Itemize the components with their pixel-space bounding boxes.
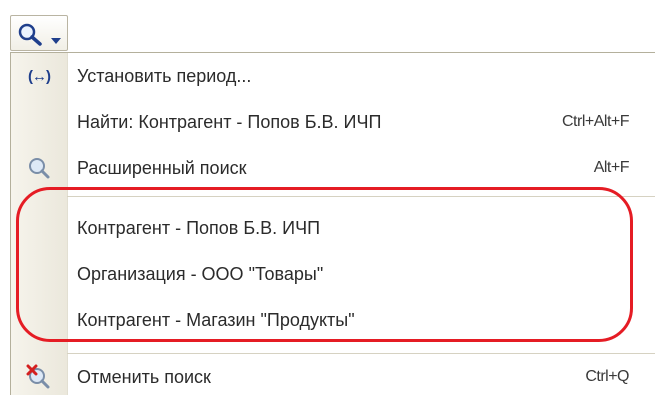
menu-item-find-current[interactable]: Найти: Контрагент - Попов Б.В. ИЧП Ctrl+… (11, 99, 655, 145)
menu-item-advanced-search[interactable]: Расширенный поиск Alt+F (11, 145, 655, 191)
menu-separator (67, 196, 655, 197)
menu-item-set-period[interactable]: (↔) Установить период... (11, 53, 655, 99)
menu-item-shortcut: Alt+F (593, 159, 630, 176)
menu-item-label: Найти: Контрагент - Попов Б.В. ИЧП (77, 112, 382, 132)
period-arrows-icon: (↔) (28, 67, 51, 85)
menu-item-label: Установить период... (77, 66, 252, 86)
magnifier-icon (17, 22, 43, 51)
magnifier-icon (11, 145, 67, 191)
menu-item-shortcut: Ctrl+Alt+F (561, 113, 630, 130)
menu-item-label: Контрагент - Магазин "Продукты" (77, 310, 355, 330)
cancel-search-icon (11, 354, 67, 400)
search-menu: (↔) Установить период... Найти: Контраге… (10, 52, 655, 395)
menu-item-label: Отменить поиск (77, 367, 211, 387)
menu-item-shortcut: Ctrl+Q (585, 368, 629, 385)
menu-item-history-3[interactable]: Контрагент - Магазин "Продукты" (11, 297, 655, 343)
search-dropdown-button[interactable] (10, 15, 68, 51)
menu-item-label: Расширенный поиск (77, 158, 247, 178)
menu-item-history-1[interactable]: Контрагент - Попов Б.В. ИЧП (11, 205, 655, 251)
menu-item-label: Организация - ООО "Товары" (77, 264, 324, 284)
dropdown-arrow-icon (51, 31, 61, 49)
menu-item-label: Контрагент - Попов Б.В. ИЧП (77, 218, 321, 238)
menu-item-history-2[interactable]: Организация - ООО "Товары" (11, 251, 655, 297)
menu-item-cancel-search[interactable]: Отменить поиск Ctrl+Q (11, 354, 655, 400)
